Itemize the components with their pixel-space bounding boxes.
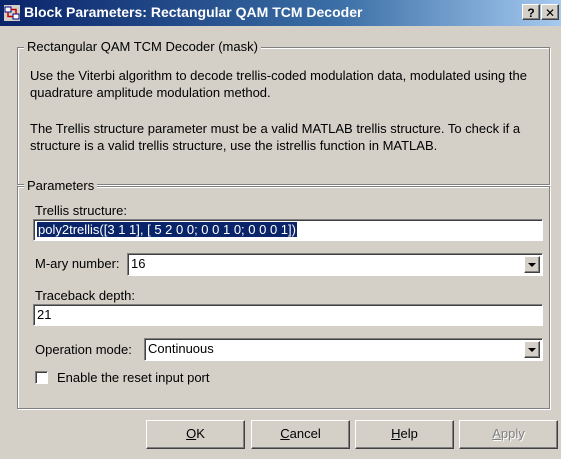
window-title: Block Parameters: Rectangular QAM TCM De… [24, 4, 363, 20]
title-bar[interactable]: Block Parameters: Rectangular QAM TCM De… [0, 0, 561, 26]
mask-help-text: The Trellis structure parameter must be … [30, 121, 521, 153]
ok-button[interactable]: OK [146, 420, 245, 449]
operation-mode-label: Operation mode: [35, 342, 132, 357]
help-button[interactable]: Help [355, 420, 454, 449]
mask-group-legend: Rectangular QAM TCM Decoder (mask) [24, 39, 261, 55]
mary-number-label: M-ary number: [35, 256, 120, 271]
close-icon: ✕ [544, 6, 556, 20]
traceback-depth-input[interactable]: 21 [33, 304, 543, 326]
mary-number-dropdown[interactable]: 16 [127, 253, 543, 276]
apply-button[interactable]: Apply [459, 420, 558, 449]
trellis-structure-value: poly2trellis([3 1 1], [ 5 2 0 0; 0 0 1 0… [37, 222, 297, 237]
trellis-structure-label: Trellis structure: [35, 203, 127, 218]
enable-reset-label[interactable]: Enable the reset input port [57, 370, 210, 386]
mask-description-group: Rectangular QAM TCM Decoder (mask) Use t… [17, 39, 550, 185]
chevron-down-icon[interactable] [524, 256, 540, 273]
operation-mode-dropdown[interactable]: Continuous [144, 338, 543, 361]
parameters-group-legend: Parameters [24, 178, 98, 194]
trellis-structure-input[interactable]: poly2trellis([3 1 1], [ 5 2 0 0; 0 0 1 0… [33, 219, 543, 241]
close-button[interactable]: ✕ [541, 4, 559, 20]
traceback-depth-value: 21 [37, 307, 52, 322]
help-titlebar-button[interactable]: ? [522, 4, 540, 20]
enable-reset-checkbox[interactable] [35, 371, 48, 384]
chevron-down-icon[interactable] [524, 341, 540, 358]
traceback-depth-label: Traceback depth: [35, 288, 135, 303]
cancel-button[interactable]: Cancel [251, 420, 350, 449]
mary-number-value: 16 [131, 256, 146, 271]
simulink-block-icon [4, 5, 20, 21]
mask-description-text: Use the Viterbi algorithm to decode trel… [30, 68, 527, 100]
operation-mode-value: Continuous [148, 341, 214, 356]
